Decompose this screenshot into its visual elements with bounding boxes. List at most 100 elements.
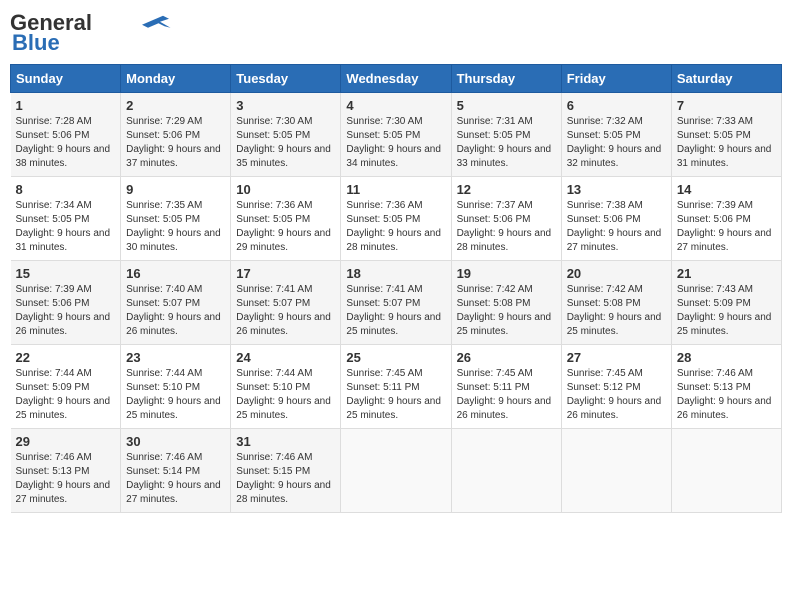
- day-number: 24: [236, 350, 335, 365]
- calendar-cell: 9 Sunrise: 7:35 AMSunset: 5:05 PMDayligh…: [121, 177, 231, 261]
- logo: General Blue: [10, 10, 172, 56]
- day-number: 30: [126, 434, 225, 449]
- calendar-cell: 13 Sunrise: 7:38 AMSunset: 5:06 PMDaylig…: [561, 177, 671, 261]
- day-detail: Sunrise: 7:35 AMSunset: 5:05 PMDaylight:…: [126, 200, 221, 253]
- col-header-wednesday: Wednesday: [341, 65, 451, 93]
- day-detail: Sunrise: 7:39 AMSunset: 5:06 PMDaylight:…: [677, 200, 772, 253]
- day-number: 28: [677, 350, 776, 365]
- calendar-cell: 5 Sunrise: 7:31 AMSunset: 5:05 PMDayligh…: [451, 93, 561, 177]
- calendar-cell: 14 Sunrise: 7:39 AMSunset: 5:06 PMDaylig…: [671, 177, 781, 261]
- calendar-table: SundayMondayTuesdayWednesdayThursdayFrid…: [10, 64, 782, 513]
- day-number: 10: [236, 182, 335, 197]
- calendar-cell: 10 Sunrise: 7:36 AMSunset: 5:05 PMDaylig…: [231, 177, 341, 261]
- logo-blue: Blue: [12, 30, 60, 56]
- day-detail: Sunrise: 7:41 AMSunset: 5:07 PMDaylight:…: [346, 284, 441, 337]
- col-header-friday: Friday: [561, 65, 671, 93]
- day-detail: Sunrise: 7:40 AMSunset: 5:07 PMDaylight:…: [126, 284, 221, 337]
- day-number: 4: [346, 98, 445, 113]
- day-detail: Sunrise: 7:44 AMSunset: 5:10 PMDaylight:…: [236, 368, 331, 421]
- day-detail: Sunrise: 7:39 AMSunset: 5:06 PMDaylight:…: [16, 284, 111, 337]
- day-number: 19: [457, 266, 556, 281]
- day-number: 22: [16, 350, 116, 365]
- day-detail: Sunrise: 7:46 AMSunset: 5:13 PMDaylight:…: [16, 452, 111, 505]
- calendar-cell: [341, 429, 451, 513]
- day-detail: Sunrise: 7:43 AMSunset: 5:09 PMDaylight:…: [677, 284, 772, 337]
- calendar-cell: 31 Sunrise: 7:46 AMSunset: 5:15 PMDaylig…: [231, 429, 341, 513]
- day-detail: Sunrise: 7:45 AMSunset: 5:11 PMDaylight:…: [457, 368, 552, 421]
- day-detail: Sunrise: 7:31 AMSunset: 5:05 PMDaylight:…: [457, 116, 552, 169]
- calendar-cell: 21 Sunrise: 7:43 AMSunset: 5:09 PMDaylig…: [671, 261, 781, 345]
- calendar-cell: 27 Sunrise: 7:45 AMSunset: 5:12 PMDaylig…: [561, 345, 671, 429]
- calendar-cell: 20 Sunrise: 7:42 AMSunset: 5:08 PMDaylig…: [561, 261, 671, 345]
- day-number: 29: [16, 434, 116, 449]
- day-number: 23: [126, 350, 225, 365]
- calendar-cell: 3 Sunrise: 7:30 AMSunset: 5:05 PMDayligh…: [231, 93, 341, 177]
- day-detail: Sunrise: 7:38 AMSunset: 5:06 PMDaylight:…: [567, 200, 662, 253]
- col-header-tuesday: Tuesday: [231, 65, 341, 93]
- day-detail: Sunrise: 7:46 AMSunset: 5:14 PMDaylight:…: [126, 452, 221, 505]
- calendar-cell: [561, 429, 671, 513]
- day-detail: Sunrise: 7:33 AMSunset: 5:05 PMDaylight:…: [677, 116, 772, 169]
- day-number: 27: [567, 350, 666, 365]
- day-number: 13: [567, 182, 666, 197]
- calendar-cell: 19 Sunrise: 7:42 AMSunset: 5:08 PMDaylig…: [451, 261, 561, 345]
- day-number: 25: [346, 350, 445, 365]
- day-detail: Sunrise: 7:29 AMSunset: 5:06 PMDaylight:…: [126, 116, 221, 169]
- day-detail: Sunrise: 7:45 AMSunset: 5:11 PMDaylight:…: [346, 368, 441, 421]
- day-detail: Sunrise: 7:36 AMSunset: 5:05 PMDaylight:…: [346, 200, 441, 253]
- day-number: 2: [126, 98, 225, 113]
- day-number: 20: [567, 266, 666, 281]
- day-detail: Sunrise: 7:46 AMSunset: 5:15 PMDaylight:…: [236, 452, 331, 505]
- day-number: 11: [346, 182, 445, 197]
- calendar-cell: 28 Sunrise: 7:46 AMSunset: 5:13 PMDaylig…: [671, 345, 781, 429]
- day-detail: Sunrise: 7:41 AMSunset: 5:07 PMDaylight:…: [236, 284, 331, 337]
- calendar-cell: 2 Sunrise: 7:29 AMSunset: 5:06 PMDayligh…: [121, 93, 231, 177]
- day-number: 7: [677, 98, 776, 113]
- day-number: 3: [236, 98, 335, 113]
- calendar-cell: 1 Sunrise: 7:28 AMSunset: 5:06 PMDayligh…: [11, 93, 121, 177]
- calendar-cell: 23 Sunrise: 7:44 AMSunset: 5:10 PMDaylig…: [121, 345, 231, 429]
- calendar-cell: 4 Sunrise: 7:30 AMSunset: 5:05 PMDayligh…: [341, 93, 451, 177]
- col-header-saturday: Saturday: [671, 65, 781, 93]
- calendar-cell: 6 Sunrise: 7:32 AMSunset: 5:05 PMDayligh…: [561, 93, 671, 177]
- header: General Blue: [10, 10, 782, 56]
- day-detail: Sunrise: 7:28 AMSunset: 5:06 PMDaylight:…: [16, 116, 111, 169]
- day-number: 18: [346, 266, 445, 281]
- day-detail: Sunrise: 7:30 AMSunset: 5:05 PMDaylight:…: [346, 116, 441, 169]
- day-number: 1: [16, 98, 116, 113]
- day-detail: Sunrise: 7:42 AMSunset: 5:08 PMDaylight:…: [567, 284, 662, 337]
- calendar-cell: 22 Sunrise: 7:44 AMSunset: 5:09 PMDaylig…: [11, 345, 121, 429]
- calendar-cell: 7 Sunrise: 7:33 AMSunset: 5:05 PMDayligh…: [671, 93, 781, 177]
- day-detail: Sunrise: 7:34 AMSunset: 5:05 PMDaylight:…: [16, 200, 111, 253]
- calendar-cell: [451, 429, 561, 513]
- calendar-cell: 11 Sunrise: 7:36 AMSunset: 5:05 PMDaylig…: [341, 177, 451, 261]
- day-number: 12: [457, 182, 556, 197]
- calendar-cell: 29 Sunrise: 7:46 AMSunset: 5:13 PMDaylig…: [11, 429, 121, 513]
- day-detail: Sunrise: 7:42 AMSunset: 5:08 PMDaylight:…: [457, 284, 552, 337]
- calendar-cell: 16 Sunrise: 7:40 AMSunset: 5:07 PMDaylig…: [121, 261, 231, 345]
- calendar-cell: 17 Sunrise: 7:41 AMSunset: 5:07 PMDaylig…: [231, 261, 341, 345]
- calendar-cell: 15 Sunrise: 7:39 AMSunset: 5:06 PMDaylig…: [11, 261, 121, 345]
- day-detail: Sunrise: 7:44 AMSunset: 5:10 PMDaylight:…: [126, 368, 221, 421]
- col-header-thursday: Thursday: [451, 65, 561, 93]
- calendar-cell: 26 Sunrise: 7:45 AMSunset: 5:11 PMDaylig…: [451, 345, 561, 429]
- calendar-cell: 8 Sunrise: 7:34 AMSunset: 5:05 PMDayligh…: [11, 177, 121, 261]
- col-header-monday: Monday: [121, 65, 231, 93]
- calendar-cell: [671, 429, 781, 513]
- day-number: 16: [126, 266, 225, 281]
- day-number: 6: [567, 98, 666, 113]
- logo-plane-icon: [142, 12, 172, 30]
- col-header-sunday: Sunday: [11, 65, 121, 93]
- day-number: 14: [677, 182, 776, 197]
- calendar-cell: 25 Sunrise: 7:45 AMSunset: 5:11 PMDaylig…: [341, 345, 451, 429]
- day-number: 8: [16, 182, 116, 197]
- day-number: 5: [457, 98, 556, 113]
- day-number: 15: [16, 266, 116, 281]
- calendar-cell: 12 Sunrise: 7:37 AMSunset: 5:06 PMDaylig…: [451, 177, 561, 261]
- day-number: 21: [677, 266, 776, 281]
- day-detail: Sunrise: 7:44 AMSunset: 5:09 PMDaylight:…: [16, 368, 111, 421]
- calendar-cell: 24 Sunrise: 7:44 AMSunset: 5:10 PMDaylig…: [231, 345, 341, 429]
- day-detail: Sunrise: 7:45 AMSunset: 5:12 PMDaylight:…: [567, 368, 662, 421]
- day-detail: Sunrise: 7:46 AMSunset: 5:13 PMDaylight:…: [677, 368, 772, 421]
- day-detail: Sunrise: 7:30 AMSunset: 5:05 PMDaylight:…: [236, 116, 331, 169]
